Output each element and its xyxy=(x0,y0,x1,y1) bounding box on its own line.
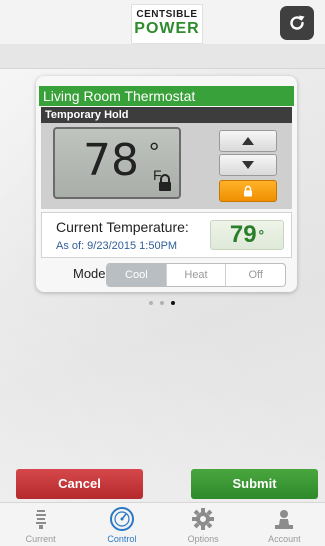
logo-line2: POWER xyxy=(134,20,200,37)
page-dot[interactable] xyxy=(160,301,164,305)
last-updated-timestamp: As of: 9/23/2015 1:50PM xyxy=(56,240,178,252)
increase-temp-button[interactable] xyxy=(219,130,277,152)
person-icon xyxy=(275,510,294,529)
thermostat-name: Living Room Thermostat xyxy=(39,86,294,106)
setpoint-display: 78 ° F xyxy=(53,127,181,199)
tab-control[interactable]: Control xyxy=(81,503,162,546)
page-indicator[interactable] xyxy=(149,301,189,309)
mode-option-cool[interactable]: Cool xyxy=(107,264,167,286)
refresh-button[interactable] xyxy=(280,6,314,40)
triangle-down-icon xyxy=(242,161,254,169)
tab-label: Account xyxy=(268,534,301,544)
dial-icon xyxy=(109,507,134,531)
current-temperature-label: Current Temperature: xyxy=(56,219,189,235)
thermostat-card: Living Room Thermostat Temporary Hold 78… xyxy=(36,76,297,292)
triangle-up-icon xyxy=(242,137,254,145)
mode-option-heat[interactable]: Heat xyxy=(167,264,227,286)
lock-icon xyxy=(159,174,171,191)
tab-options[interactable]: Options xyxy=(163,503,244,546)
bulb-icon xyxy=(35,510,46,529)
mode-segmented-control: Cool Heat Off xyxy=(106,263,286,287)
hold-status: Temporary Hold xyxy=(41,107,292,123)
cancel-button[interactable]: Cancel xyxy=(16,469,143,499)
mode-option-off[interactable]: Off xyxy=(226,264,285,286)
submit-button[interactable]: Submit xyxy=(191,469,318,499)
current-temperature-value: 79 ° xyxy=(210,220,284,250)
mode-row: Mode: Cool Heat Off xyxy=(41,260,292,287)
current-temperature-number: 79 xyxy=(229,221,257,248)
mode-label: Mode: xyxy=(73,266,110,281)
tab-label: Options xyxy=(187,534,219,544)
setpoint-value: 78 xyxy=(83,135,139,186)
refresh-icon xyxy=(290,15,305,30)
tab-label: Current xyxy=(25,534,56,544)
logo-line1: CENTSIBLE xyxy=(136,9,198,20)
lock-icon xyxy=(244,185,252,197)
sub-header-bar xyxy=(0,44,325,69)
current-temperature-panel: Current Temperature: As of: 9/23/2015 1:… xyxy=(41,212,292,258)
setpoint-panel: 78 ° F xyxy=(41,123,292,209)
page-dot-active[interactable] xyxy=(171,301,175,305)
tab-bar: Current Control Options Account xyxy=(0,502,325,546)
setpoint-degree: ° xyxy=(149,137,160,167)
decrease-temp-button[interactable] xyxy=(219,154,277,176)
page-dot[interactable] xyxy=(149,301,153,305)
tab-current[interactable]: Current xyxy=(0,503,81,546)
tab-account[interactable]: Account xyxy=(244,503,325,546)
tab-label: Control xyxy=(107,534,137,544)
lock-toggle-button[interactable] xyxy=(219,180,277,202)
header: CENTSIBLE POWER xyxy=(0,0,325,44)
app-logo: CENTSIBLE POWER xyxy=(131,4,203,44)
current-temperature-degree: ° xyxy=(258,227,265,243)
gear-icon xyxy=(192,508,215,530)
